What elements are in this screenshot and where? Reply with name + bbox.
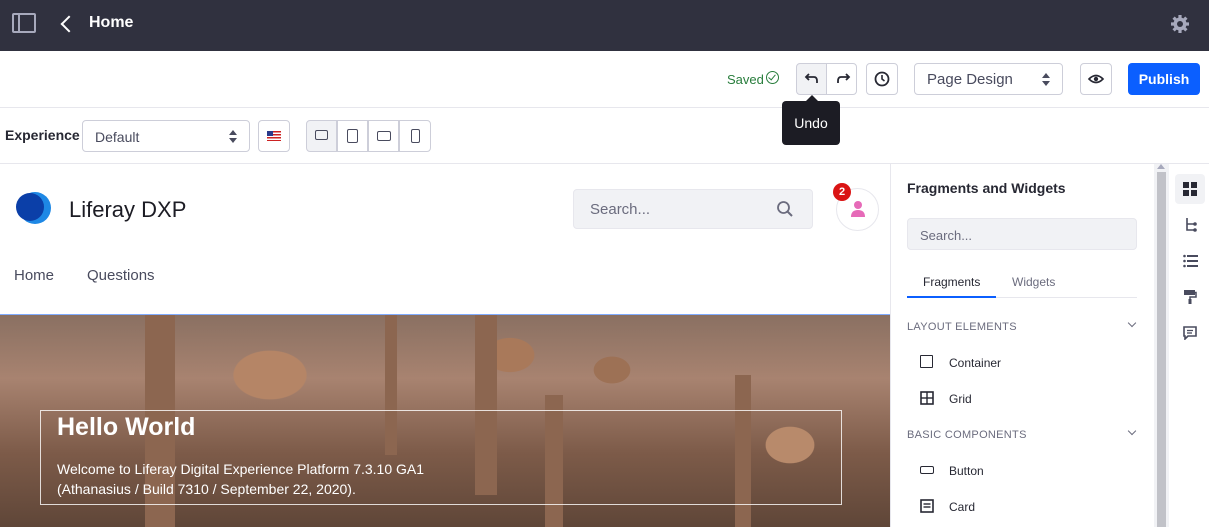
portrait-view-button[interactable] bbox=[399, 120, 431, 152]
look-and-feel-tab[interactable] bbox=[1175, 282, 1205, 312]
mode-select[interactable]: Page Design bbox=[914, 63, 1063, 95]
select-arrows-icon bbox=[229, 130, 237, 143]
phone-portrait-icon bbox=[411, 129, 420, 143]
site-search-placeholder: Search... bbox=[590, 201, 651, 218]
experience-select-value: Default bbox=[95, 129, 140, 145]
page-structure-tab[interactable] bbox=[1175, 210, 1205, 240]
comments-tab[interactable] bbox=[1175, 318, 1205, 348]
scrollbar-thumb[interactable] bbox=[1157, 172, 1166, 527]
hero-banner: Hello World Welcome to Liferay Digital E… bbox=[0, 314, 890, 527]
saved-status: Saved bbox=[727, 72, 764, 87]
page-canvas: Liferay DXP Search... 2 Home Questions H… bbox=[0, 164, 890, 527]
scroll-up-arrow[interactable] bbox=[1157, 164, 1165, 169]
redo-button[interactable] bbox=[826, 63, 857, 95]
nav-questions[interactable]: Questions bbox=[87, 267, 155, 284]
fragments-panel: Fragments and Widgets Search... Fragment… bbox=[890, 164, 1154, 527]
fragment-card[interactable]: Card bbox=[949, 500, 975, 514]
grid-blocks-icon bbox=[1183, 182, 1197, 196]
editor-toolbar: Saved Page Design Publish bbox=[0, 51, 1209, 108]
experience-label: Experience bbox=[5, 127, 80, 143]
mode-select-value: Page Design bbox=[927, 71, 1013, 88]
container-icon bbox=[920, 355, 933, 368]
history-button[interactable] bbox=[866, 63, 898, 95]
hero-text-box[interactable]: Hello World Welcome to Liferay Digital E… bbox=[40, 410, 842, 505]
publish-button[interactable]: Publish bbox=[1128, 63, 1200, 95]
fragment-grid[interactable]: Grid bbox=[949, 392, 972, 406]
liferay-logo bbox=[16, 192, 51, 224]
eye-icon bbox=[1087, 74, 1105, 84]
tablet-icon bbox=[347, 129, 358, 143]
button-icon bbox=[920, 466, 934, 474]
undo-tooltip: Undo bbox=[782, 95, 840, 145]
experience-bar: Experience Default bbox=[0, 108, 1209, 164]
check-circle-icon bbox=[766, 71, 779, 84]
landscape-view-button[interactable] bbox=[368, 120, 399, 152]
user-icon bbox=[851, 201, 865, 217]
section-basic-components[interactable]: BASIC COMPONENTS bbox=[907, 429, 1027, 441]
tree-icon bbox=[1186, 218, 1197, 232]
undo-icon bbox=[804, 73, 818, 83]
page-title: Home bbox=[89, 14, 134, 31]
fragment-container[interactable]: Container bbox=[949, 356, 1001, 370]
grid-icon bbox=[920, 391, 934, 405]
panel-tabs: Fragments Widgets bbox=[907, 268, 1137, 298]
notification-badge: 2 bbox=[833, 183, 851, 201]
active-tab-indicator bbox=[907, 296, 996, 298]
panel-search-input[interactable]: Search... bbox=[907, 218, 1137, 250]
content-list-tab[interactable] bbox=[1175, 246, 1205, 276]
redo-icon bbox=[837, 73, 851, 83]
sidebar-rail bbox=[1169, 164, 1209, 527]
back-icon[interactable] bbox=[58, 12, 74, 36]
us-flag-icon bbox=[267, 131, 281, 141]
sidebar-toggle-icon[interactable] bbox=[12, 13, 36, 33]
desktop-view-button[interactable] bbox=[306, 120, 337, 152]
hero-line-1: Welcome to Liferay Digital Experience Pl… bbox=[57, 461, 425, 477]
paint-roller-icon bbox=[1184, 290, 1197, 304]
chevron-down-icon[interactable] bbox=[1127, 426, 1137, 436]
panel-scrollbar[interactable] bbox=[1154, 164, 1169, 527]
fragments-widgets-tab[interactable] bbox=[1175, 174, 1205, 204]
gear-icon[interactable] bbox=[1170, 14, 1190, 34]
language-button[interactable] bbox=[258, 120, 290, 152]
hero-description: Welcome to Liferay Digital Experience Pl… bbox=[57, 459, 424, 499]
comment-icon bbox=[1183, 326, 1197, 340]
hero-line-2: (Athanasius / Build 7310 / September 22,… bbox=[57, 481, 356, 497]
chevron-down-icon[interactable] bbox=[1127, 318, 1137, 328]
select-arrows-icon bbox=[1042, 73, 1050, 86]
preview-button[interactable] bbox=[1080, 63, 1112, 95]
experience-select[interactable]: Default bbox=[82, 120, 250, 152]
desktop-icon bbox=[315, 130, 328, 140]
phone-landscape-icon bbox=[377, 131, 391, 141]
tab-fragments[interactable]: Fragments bbox=[923, 275, 980, 289]
clock-icon bbox=[874, 71, 890, 87]
undo-button[interactable] bbox=[796, 63, 827, 95]
site-search-input[interactable]: Search... bbox=[573, 189, 813, 229]
panel-title: Fragments and Widgets bbox=[907, 180, 1066, 196]
section-layout-elements[interactable]: LAYOUT ELEMENTS bbox=[907, 321, 1017, 333]
nav-home[interactable]: Home bbox=[14, 267, 54, 284]
app-header: Home bbox=[0, 0, 1209, 51]
panel-search-placeholder: Search... bbox=[920, 228, 973, 243]
site-name: Liferay DXP bbox=[69, 197, 187, 222]
fragment-button[interactable]: Button bbox=[949, 464, 984, 478]
search-icon[interactable] bbox=[776, 200, 794, 218]
hero-title: Hello World bbox=[57, 413, 196, 441]
tab-widgets[interactable]: Widgets bbox=[1012, 275, 1055, 289]
card-icon bbox=[920, 499, 934, 513]
tablet-view-button[interactable] bbox=[337, 120, 368, 152]
list-icon bbox=[1183, 254, 1198, 268]
